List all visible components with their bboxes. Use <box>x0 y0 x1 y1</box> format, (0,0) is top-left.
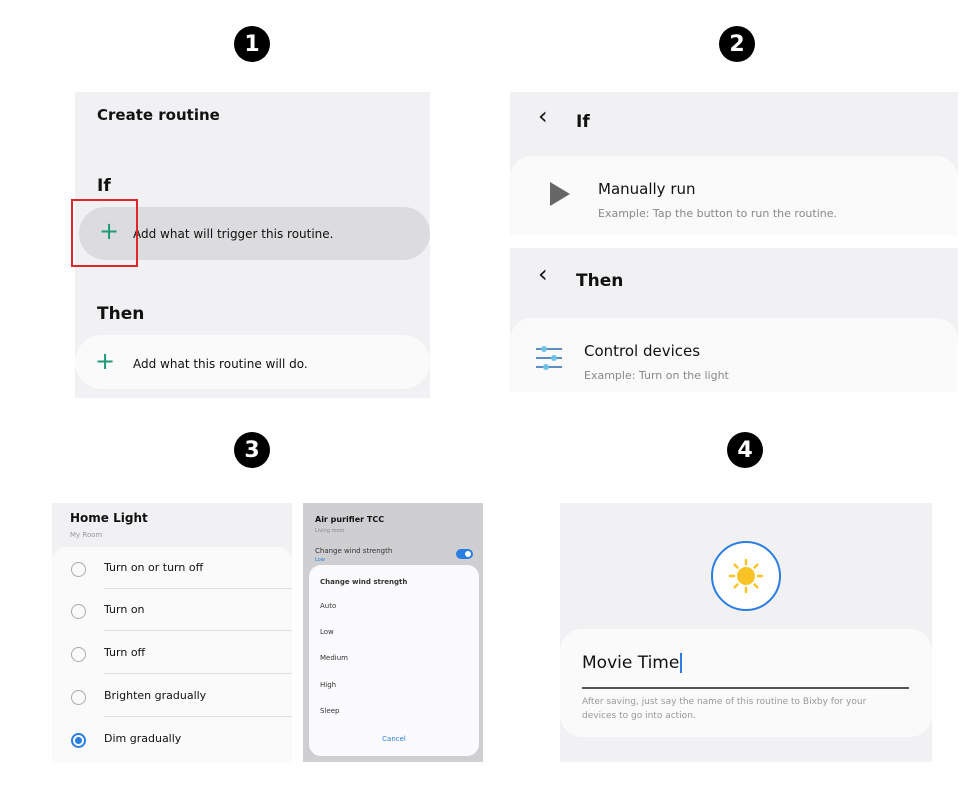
if-panel: ‹ If Manually run Example: Tap the butto… <box>510 92 958 235</box>
step-number-3: 3 <box>234 432 270 468</box>
device-room: Living room <box>315 528 345 534</box>
choice-low[interactable]: Low <box>320 628 334 636</box>
control-devices-option[interactable]: Control devices Example: Turn on the lig… <box>510 318 958 392</box>
option-example: Example: Tap the button to run the routi… <box>598 207 838 220</box>
radio-button-selected[interactable] <box>71 733 86 748</box>
option-example: Example: Turn on the light <box>584 369 729 382</box>
sliders-icon <box>536 346 562 370</box>
if-title: If <box>576 112 590 132</box>
radio-button[interactable] <box>71 562 86 577</box>
device-name: Air purifier TCC <box>315 515 385 524</box>
routine-name-input[interactable]: Movie Time <box>582 653 909 689</box>
routine-name-value: Movie Time <box>582 653 683 673</box>
hint-text: After saving, just say the name of this … <box>582 697 867 721</box>
back-icon[interactable]: ‹ <box>538 260 548 288</box>
option-label: Turn off <box>104 646 146 659</box>
step-number-4: 4 <box>727 432 763 468</box>
name-card: Movie Time After saving, just say the na… <box>560 629 932 737</box>
home-light-panel: Home Light My Room Turn on or turn off T… <box>52 503 292 762</box>
option-brighten-gradually[interactable]: Brighten gradually <box>52 675 292 717</box>
toggle-switch[interactable] <box>456 549 473 559</box>
choice-high[interactable]: High <box>320 681 336 689</box>
plus-icon: + <box>95 347 116 375</box>
then-panel: ‹ Then Control devices Example: Turn on … <box>510 248 958 392</box>
option-dim-gradually[interactable]: Dim gradually <box>52 718 292 760</box>
add-trigger-label: Add what will trigger this routine. <box>133 227 334 241</box>
play-icon <box>550 182 570 206</box>
then-title: Then <box>576 271 624 291</box>
option-title: Manually run <box>598 180 696 198</box>
add-action-button[interactable]: + Add what this routine will do. <box>75 335 430 389</box>
choice-auto[interactable]: Auto <box>320 602 336 610</box>
cancel-button[interactable]: Cancel <box>309 735 479 743</box>
radio-button[interactable] <box>71 647 86 662</box>
then-heading: Then <box>97 304 145 324</box>
device-room: My Room <box>70 531 103 539</box>
manually-run-option[interactable]: Manually run Example: Tap the button to … <box>510 156 958 235</box>
highlight-box <box>71 199 138 267</box>
step-number-1: 1 <box>234 26 270 62</box>
action-options-list: Turn on or turn off Turn on Turn off Bri… <box>52 547 292 762</box>
routine-name-panel: Movie Time After saving, just say the na… <box>560 503 932 762</box>
step-number-2: 2 <box>719 26 755 62</box>
radio-button[interactable] <box>71 604 86 619</box>
option-label: Turn on or turn off <box>104 561 204 574</box>
option-title: Control devices <box>584 342 701 360</box>
setting-label: Change wind strength <box>315 547 393 555</box>
option-turn-on-or-off[interactable]: Turn on or turn off <box>52 547 292 589</box>
choice-sleep[interactable]: Sleep <box>320 707 339 715</box>
option-label: Turn on <box>104 603 145 616</box>
back-icon[interactable]: ‹ <box>538 102 548 130</box>
dialog-title: Change wind strength <box>320 578 408 586</box>
device-name: Home Light <box>70 511 148 525</box>
option-label: Dim gradually <box>104 732 182 745</box>
choice-medium[interactable]: Medium <box>320 654 348 662</box>
air-purifier-panel: Air purifier TCC Living room Change wind… <box>303 503 483 762</box>
sun-icon <box>728 558 764 594</box>
setting-value: Low <box>315 557 325 563</box>
create-routine-panel: Create routine If + Add what will trigge… <box>71 92 430 398</box>
page-title: Create routine <box>97 106 220 124</box>
radio-button[interactable] <box>71 690 86 705</box>
wind-strength-dialog: Change wind strength Auto Low Medium Hig… <box>309 565 479 756</box>
option-turn-off[interactable]: Turn off <box>52 632 292 674</box>
if-heading: If <box>97 176 111 196</box>
option-turn-on[interactable]: Turn on <box>52 589 292 631</box>
add-action-label: Add what this routine will do. <box>133 357 308 371</box>
option-label: Brighten gradually <box>104 689 207 702</box>
routine-icon-button[interactable] <box>711 541 781 611</box>
